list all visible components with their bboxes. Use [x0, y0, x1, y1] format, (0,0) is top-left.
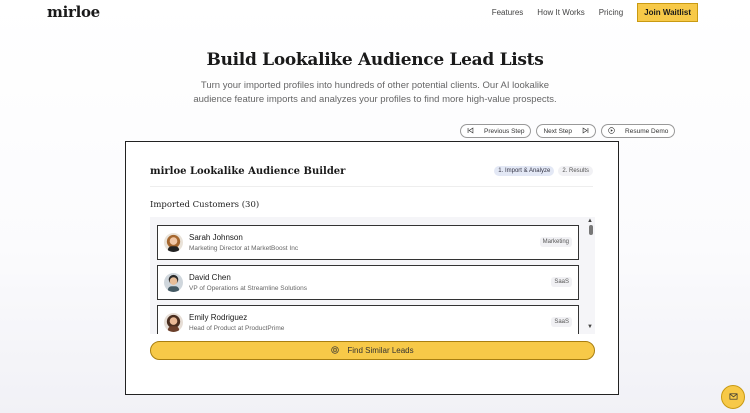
- previous-step-button[interactable]: Previous Step: [460, 124, 532, 138]
- caret-up-icon[interactable]: ▲: [587, 218, 593, 224]
- industry-tag: SaaS: [551, 317, 572, 327]
- top-nav: mirloe Features How It Works Pricing Joi…: [0, 0, 750, 24]
- resume-demo-button[interactable]: Resume Demo: [601, 124, 676, 138]
- nav-links: Features How It Works Pricing Join Waitl…: [492, 3, 698, 22]
- step-import-analyze[interactable]: 1. Import & Analyze: [494, 166, 555, 176]
- customer-name: David Chen: [189, 273, 231, 282]
- customer-row[interactable]: David Chen VP of Operations at Streamlin…: [157, 265, 579, 300]
- resume-demo-label: Resume Demo: [625, 127, 669, 135]
- previous-step-label: Previous Step: [484, 127, 525, 135]
- avatar: [164, 313, 183, 332]
- customer-role: Head of Product at ProductPrime: [189, 325, 285, 332]
- step-indicator: 1. Import & Analyze 2. Results: [494, 166, 593, 176]
- scrollbar-thumb[interactable]: [589, 225, 593, 235]
- chat-button[interactable]: [721, 385, 745, 409]
- customer-name: Emily Rodriguez: [189, 313, 248, 322]
- join-waitlist-button[interactable]: Join Waitlist: [637, 3, 698, 22]
- next-step-label: Next Step: [543, 127, 573, 135]
- customer-role: Marketing Director at MarketBoost Inc: [189, 245, 299, 252]
- find-similar-leads-button[interactable]: Find Similar Leads: [150, 341, 595, 360]
- hero-title: Build Lookalike Audience Lead Lists: [206, 50, 544, 70]
- skip-back-icon: [467, 126, 474, 136]
- industry-tag: Marketing: [539, 237, 572, 247]
- logo[interactable]: mirloe: [47, 3, 100, 21]
- target-icon: [331, 345, 347, 356]
- card-title: mirloe Lookalike Audience Builder: [150, 166, 346, 177]
- nav-link-features[interactable]: Features: [492, 8, 524, 17]
- imported-customers-title: Imported Customers (30): [150, 200, 260, 210]
- step-results[interactable]: 2. Results: [558, 166, 593, 176]
- find-similar-leads-label: Find Similar Leads: [347, 346, 414, 355]
- avatar: [164, 273, 183, 292]
- industry-tag: SaaS: [551, 277, 572, 287]
- caret-down-icon[interactable]: ▼: [587, 324, 593, 330]
- skip-forward-icon: [582, 126, 589, 136]
- hero-subtitle: Turn your imported profiles into hundred…: [193, 80, 557, 105]
- next-step-button[interactable]: Next Step: [536, 124, 597, 138]
- customer-row[interactable]: Emily Rodriguez Head of Product at Produ…: [157, 305, 579, 334]
- customer-row[interactable]: Sarah Johnson Marketing Director at Mark…: [157, 225, 579, 260]
- play-circle-icon: [608, 126, 615, 136]
- divider: [150, 186, 593, 187]
- mail-icon: [729, 388, 738, 406]
- demo-controls: Previous Step Next Step Resume Demo: [460, 124, 676, 138]
- nav-link-pricing[interactable]: Pricing: [599, 8, 623, 17]
- avatar: [164, 233, 183, 252]
- lookalike-builder-card: mirloe Lookalike Audience Builder 1. Imp…: [125, 141, 619, 395]
- customer-role: VP of Operations at Streamline Solutions: [189, 285, 308, 292]
- customer-list[interactable]: Sarah Johnson Marketing Director at Mark…: [150, 217, 595, 334]
- customer-name: Sarah Johnson: [189, 233, 243, 242]
- nav-link-how-it-works[interactable]: How It Works: [537, 8, 584, 17]
